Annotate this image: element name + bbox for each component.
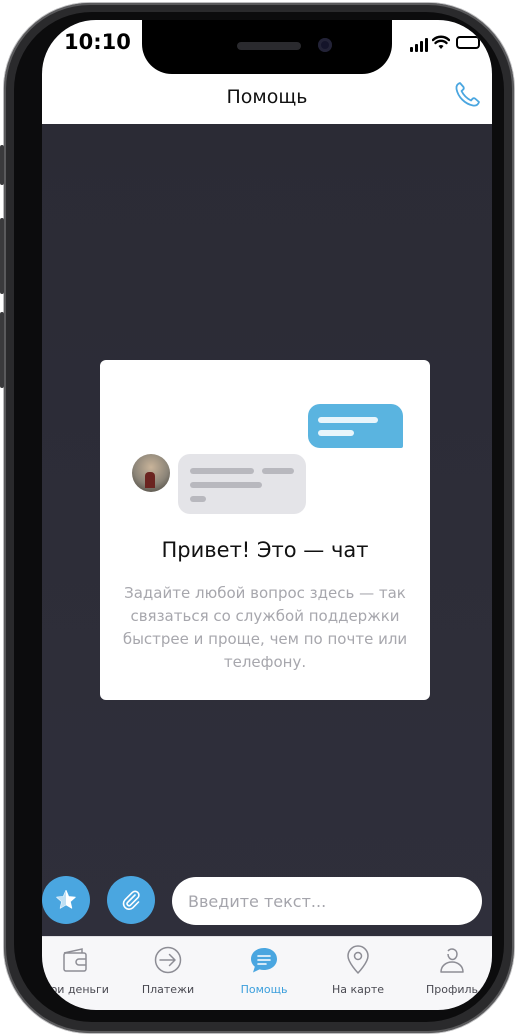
chat-area: Привет! Это — чат Задайте любой вопрос з… xyxy=(42,124,492,936)
wallet-icon xyxy=(63,948,87,972)
bubble-line xyxy=(318,417,378,423)
battery-icon xyxy=(456,36,480,49)
tab-label: Профиль xyxy=(425,983,479,996)
star-icon xyxy=(56,890,76,909)
tab-label: Мои деньги xyxy=(42,983,109,996)
volume-up-button xyxy=(0,218,4,294)
phone-icon[interactable] xyxy=(452,80,482,110)
tab-label: На карте xyxy=(331,983,385,996)
screen: 10:10 Помощь Привет! Это — чат Задайте л… xyxy=(42,20,492,1010)
notch xyxy=(142,20,392,74)
bubble-line xyxy=(262,468,294,474)
signal-bar xyxy=(425,38,428,52)
outgoing-bubble-illustration xyxy=(308,404,403,448)
map-pin-icon xyxy=(347,945,369,974)
bubble-line xyxy=(318,430,354,436)
top-bar: 10:10 Помощь xyxy=(42,20,492,124)
page-title: Помощь xyxy=(226,86,308,108)
volume-down-button xyxy=(0,312,4,388)
favorites-button[interactable] xyxy=(42,876,90,924)
status-time: 10:10 xyxy=(64,30,131,54)
bubble-line xyxy=(190,496,206,502)
welcome-card: Привет! Это — чат Задайте любой вопрос з… xyxy=(100,360,430,700)
tab-profile[interactable]: Профиль xyxy=(404,937,492,1010)
tab-my-money[interactable]: Мои деньги xyxy=(42,937,123,1010)
wifi-icon xyxy=(432,35,450,49)
signal-icon xyxy=(410,47,413,52)
message-input[interactable] xyxy=(172,877,482,925)
welcome-title: Привет! Это — чат xyxy=(161,538,369,562)
bubble-line xyxy=(190,482,262,488)
bubble-line xyxy=(190,468,254,474)
tab-help[interactable]: Помощь xyxy=(216,937,312,1010)
signal-bar xyxy=(415,44,418,52)
speaker-grille xyxy=(237,42,301,50)
attach-button[interactable] xyxy=(107,876,155,924)
tab-map[interactable]: На карте xyxy=(310,937,406,1010)
signal-bar xyxy=(420,41,423,52)
incoming-bubble-illustration xyxy=(178,454,306,514)
avatar xyxy=(132,454,170,492)
mute-switch xyxy=(0,145,4,185)
front-camera xyxy=(318,38,332,52)
profile-icon xyxy=(440,948,464,973)
welcome-text: Задайте любой вопрос здесь — так связать… xyxy=(122,584,408,671)
tab-label: Платежи xyxy=(141,983,195,996)
tab-label: Помощь xyxy=(240,983,288,996)
chat-bubble-icon xyxy=(251,948,277,973)
tab-payments[interactable]: Платежи xyxy=(120,937,216,1010)
arrow-circle-icon xyxy=(154,946,182,974)
status-icons xyxy=(410,34,480,52)
tab-bar: Мои деньги Платежи Помощь На карте Профи… xyxy=(42,936,492,1010)
paperclip-icon xyxy=(122,890,140,910)
